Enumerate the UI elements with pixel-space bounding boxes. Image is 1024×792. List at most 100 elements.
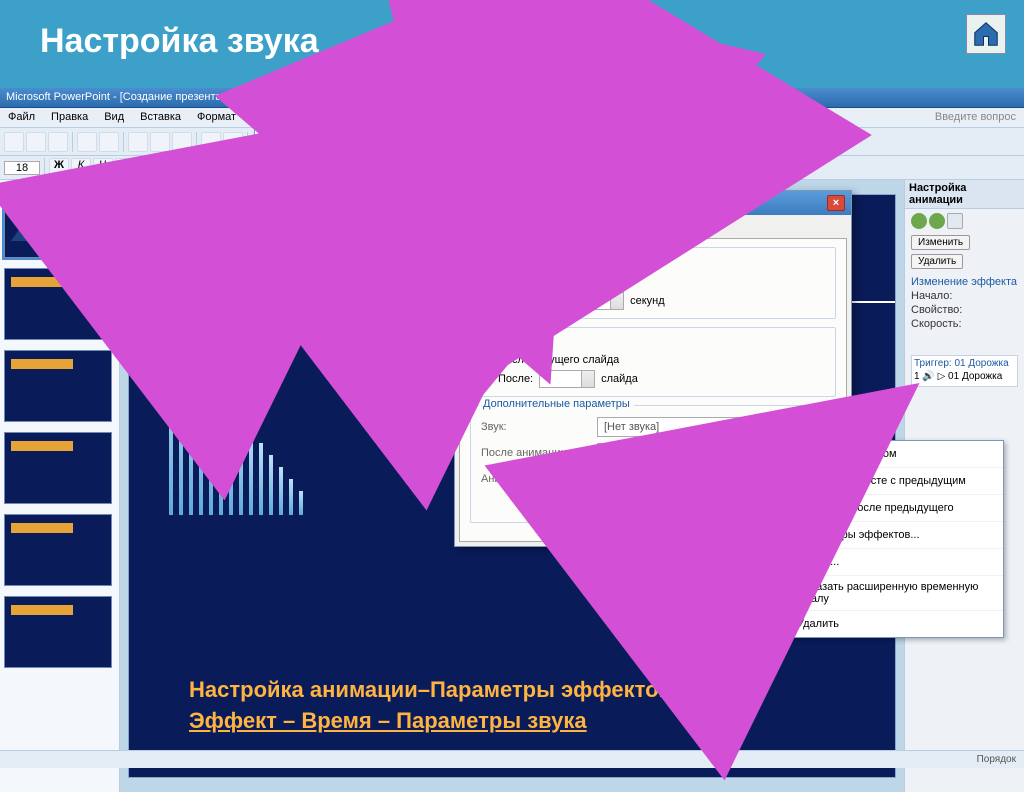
delay-stepper [597, 495, 653, 513]
playback-start-fieldset: Начало воспроизведения С начала С послед… [470, 247, 836, 319]
toolbar-print-icon[interactable] [77, 132, 97, 152]
radio-from-last[interactable]: С последней позиции [481, 274, 827, 290]
task-pane-title: Настройка анимации [905, 180, 1024, 209]
menu-item-setup-show[interactable]: Настройка презентации... [255, 156, 431, 178]
back-icon[interactable] [911, 213, 927, 229]
change-button[interactable]: Изменить [911, 235, 970, 250]
menu-insert[interactable]: Вставка [132, 108, 189, 127]
thumbnail-slide[interactable] [4, 514, 112, 586]
menu-item-action-settings: Настройка действия... [255, 205, 431, 227]
menu-file[interactable]: Файл [0, 108, 43, 127]
thumbnail-slide[interactable] [4, 268, 112, 340]
toolbar-undo-icon[interactable] [201, 132, 221, 152]
dialog-titlebar: Воспроизвести Звук × [455, 191, 851, 215]
toolbar-separator [72, 132, 73, 152]
toolbar-cut-icon[interactable] [128, 132, 148, 152]
slides-count-stepper[interactable] [539, 370, 595, 388]
after-anim-label: После анимации: [481, 447, 589, 459]
radio-stop-after-slide[interactable]: После текущего слайда [481, 352, 827, 368]
forward-icon[interactable] [929, 213, 945, 229]
toolbar-new-icon[interactable] [4, 132, 24, 152]
menu-window[interactable]: Окно [390, 108, 432, 127]
trigger-list[interactable]: Триггер: 01 Дорожка 1 🔊 ▷ 01 Дорожка [911, 355, 1018, 387]
radio-stop-click[interactable]: По щелчку [481, 336, 827, 352]
toolbar-separator [44, 158, 45, 178]
time-seconds-stepper[interactable] [568, 292, 624, 310]
toolbar-preview-icon[interactable] [99, 132, 119, 152]
formatting-toolbar: 18 Ж К Ч S [0, 156, 1024, 180]
thumbnail-slide[interactable] [4, 596, 112, 668]
slide-thumbnails-panel [0, 180, 120, 792]
pane-section-label: Изменение эффекта [911, 275, 1018, 289]
playback-stop-fieldset: Закончить По щелчку После текущего слайд… [470, 327, 836, 397]
menu-item-custom-animation[interactable]: Настройка анимации... [254, 253, 432, 277]
sound-combo[interactable]: [Нет звука] [597, 417, 827, 437]
after-previous-icon [775, 500, 791, 516]
menu-slideshow[interactable]: Показ слайдов [298, 108, 390, 127]
underline-icon[interactable]: Ч [93, 158, 113, 178]
toolbar-separator [247, 132, 248, 152]
ctx-delete[interactable]: Удалить [771, 611, 1003, 637]
animation-context-menu: 🖱Запускать щелчком Запускать вместе с пр… [770, 440, 1004, 638]
toolbar-open-icon[interactable] [26, 132, 46, 152]
menu-item-hide-slide[interactable]: Скрыть слайд [255, 303, 431, 325]
home-small-icon[interactable] [947, 213, 963, 229]
tab-sound-params[interactable]: Параметры звука [576, 220, 687, 239]
ctx-start-with-previous[interactable]: Запускать вместе с предыдущим [771, 468, 1003, 495]
with-previous-icon [775, 473, 791, 489]
ask-question-box[interactable]: Введите вопрос [927, 108, 1024, 127]
radio-from-start[interactable]: С начала [481, 256, 827, 274]
menu-help[interactable]: Справка [431, 108, 490, 127]
close-icon[interactable]: × [827, 195, 845, 211]
bold-icon[interactable]: Ж [49, 158, 69, 178]
menu-separator [255, 300, 431, 301]
toolbar-save-icon[interactable] [48, 132, 68, 152]
menu-view[interactable]: Вид [96, 108, 132, 127]
home-icon[interactable] [966, 14, 1006, 54]
menu-separator [255, 229, 431, 230]
pane-speed-label: Скорость: [911, 317, 1018, 331]
dialog-tabs: Эффект Время Параметры звука [455, 215, 851, 238]
menubar: Файл Правка Вид Вставка Формат Сервис По… [0, 108, 1024, 128]
window-titlebar: Microsoft PowerPoint - [Создание презент… [0, 88, 1024, 108]
remove-button[interactable]: Удалить [911, 254, 963, 269]
standard-toolbar: 89% Конструктор Создать слайд [0, 128, 1024, 156]
slide-caption: Настройка анимации–Параметры эффектов– Э… [189, 675, 684, 737]
radio-from-time[interactable]: По времени:секунд [481, 290, 827, 312]
ctx-show-timeline[interactable]: Показать расширенную временную шкалу [771, 576, 1003, 611]
ctx-start-after-previous[interactable]: Запускать после предыдущего [771, 495, 1003, 522]
toolbar-separator [123, 132, 124, 152]
decorative-bars [169, 345, 303, 515]
pane-property-label: Свойство: [911, 303, 1018, 317]
pane-start-label: Начало: [911, 289, 1018, 303]
toolbar-separator [196, 132, 197, 152]
menu-separator [255, 153, 431, 154]
thumbnail-slide[interactable] [4, 350, 112, 422]
tab-effect[interactable]: Эффект [459, 220, 523, 239]
ctx-effect-options[interactable]: Параметры эффектов... [771, 522, 1003, 549]
menu-item-slide-transition[interactable]: Смена слайдов... [255, 276, 431, 298]
fontsize-combo[interactable]: 18 [4, 161, 40, 175]
menu-tools[interactable]: Сервис [244, 108, 298, 127]
menu-item-animation-effects[interactable]: Эффекты анимации... [255, 232, 431, 254]
toolbar-redo-icon[interactable] [223, 132, 243, 152]
italic-icon[interactable]: К [71, 158, 91, 178]
toolbar-copy-icon[interactable] [150, 132, 170, 152]
menu-item-action-buttons[interactable]: Управляющие кнопки▸ [255, 183, 431, 205]
slideshow-menu: Начать показF5 Настройка презентации... … [254, 128, 432, 326]
menu-edit[interactable]: Правка [43, 108, 96, 127]
sound-label: Звук: [481, 421, 589, 433]
shadow-icon[interactable]: S [115, 158, 135, 178]
ctx-timing[interactable]: Время... [771, 549, 1003, 576]
thumbnail-slide[interactable] [4, 186, 112, 258]
ctx-start-on-click[interactable]: 🖱Запускать щелчком [771, 441, 1003, 468]
mouse-icon: 🖱 [775, 446, 791, 462]
tab-timing[interactable]: Время [522, 220, 577, 239]
text-anim-label: Анимация текста: [481, 473, 589, 485]
thumbnail-slide[interactable] [4, 432, 112, 504]
radio-stop-after-n[interactable]: После:слайда [481, 368, 827, 390]
menu-item-start-show[interactable]: Начать показF5 [255, 129, 431, 151]
toolbar-paste-icon[interactable] [172, 132, 192, 152]
menu-separator [255, 180, 431, 181]
menu-format[interactable]: Формат [189, 108, 244, 127]
